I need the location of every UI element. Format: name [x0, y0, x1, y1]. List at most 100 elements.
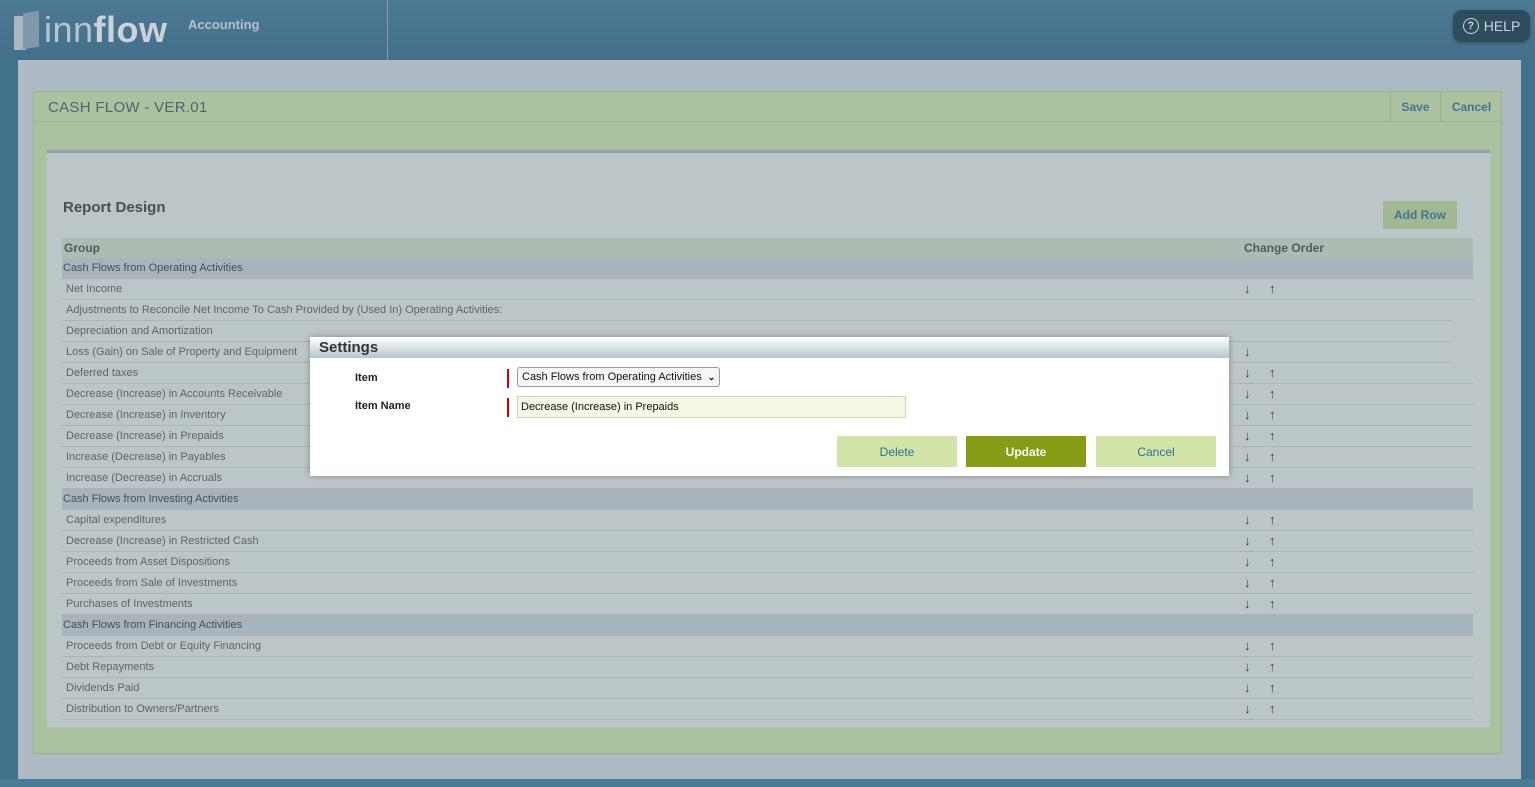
- logo-mark-icon: [14, 10, 39, 50]
- item-label: Item: [355, 372, 378, 384]
- item-select-value: Cash Flows from Operating Activities: [522, 371, 702, 383]
- move-down-icon[interactable]: ↓: [1244, 449, 1251, 464]
- required-marker: [507, 398, 509, 417]
- move-down-icon[interactable]: ↓: [1244, 575, 1251, 590]
- move-up-icon[interactable]: ↑: [1269, 533, 1276, 548]
- move-up-icon[interactable]: ↑: [1269, 596, 1276, 611]
- column-header-group: Group: [64, 241, 100, 255]
- move-up-icon[interactable]: ↑: [1269, 701, 1276, 716]
- innflow-logo[interactable]: innflow: [14, 8, 168, 52]
- move-down-icon[interactable]: ↓: [1244, 554, 1251, 569]
- move-up-icon[interactable]: ↑: [1269, 680, 1276, 695]
- move-down-icon[interactable]: ↓: [1244, 638, 1251, 653]
- help-button[interactable]: ? HELP: [1453, 10, 1530, 42]
- table-row[interactable]: Proceeds from Sale of Investments ↓ ↑: [62, 573, 1473, 594]
- move-down-icon[interactable]: ↓: [1244, 680, 1251, 695]
- table-header: Group Change Order: [62, 238, 1473, 258]
- item-select[interactable]: Cash Flows from Operating Activities ⌄: [517, 367, 721, 387]
- move-down-icon[interactable]: ↓: [1244, 701, 1251, 716]
- panel-header: CASH FLOW - VER.01 Save Cancel: [34, 92, 1501, 122]
- row-label: Proceeds from Asset Dispositions: [66, 556, 230, 568]
- top-divider: [387, 0, 388, 60]
- chevron-down-icon: ⌄: [707, 371, 716, 382]
- group-row[interactable]: Cash Flows from Operating Activities: [62, 258, 1473, 279]
- table-row[interactable]: Net Income ↓ ↑: [62, 279, 1473, 300]
- move-down-icon[interactable]: ↓: [1244, 512, 1251, 527]
- add-row-button[interactable]: Add Row: [1383, 201, 1457, 229]
- item-name-label: Item Name: [355, 400, 411, 412]
- move-up-icon[interactable]: ↑: [1269, 407, 1276, 422]
- move-up-icon[interactable]: ↑: [1269, 512, 1276, 527]
- move-down-icon[interactable]: ↓: [1244, 407, 1251, 422]
- table-row[interactable]: Decrease (Increase) in Restricted Cash ↓ ↑: [62, 531, 1473, 552]
- delete-button[interactable]: Delete: [837, 436, 957, 467]
- move-up-icon[interactable]: ↑: [1269, 638, 1276, 653]
- top-bar: innflow Accounting ? HELP: [0, 0, 1535, 60]
- move-up-icon[interactable]: ↑: [1269, 386, 1276, 401]
- table-row[interactable]: Proceeds from Asset Dispositions ↓ ↑: [62, 552, 1473, 573]
- update-button[interactable]: Update: [966, 436, 1086, 467]
- row-label: Capital expenditures: [66, 514, 167, 526]
- required-marker: [507, 369, 509, 388]
- row-label: Increase (Decrease) in Accruals: [66, 472, 222, 484]
- dialog-cancel-button[interactable]: Cancel: [1096, 436, 1216, 467]
- row-label: Proceeds from Debt or Equity Financing: [66, 640, 262, 652]
- group-label: Cash Flows from Operating Activities: [63, 262, 243, 274]
- move-down-icon[interactable]: ↓: [1244, 470, 1251, 485]
- row-label: Adjustments to Reconcile Net Income To C…: [66, 304, 503, 316]
- table-row[interactable]: Capital expenditures ↓ ↑: [62, 510, 1473, 531]
- row-label: Loss (Gain) on Sale of Property and Equi…: [66, 346, 298, 358]
- move-down-icon[interactable]: ↓: [1244, 344, 1251, 359]
- report-design-table: Group Change Order Cash Flows from Opera…: [62, 238, 1473, 720]
- group-row[interactable]: Cash Flows from Financing Activities: [62, 615, 1473, 636]
- row-label: Decrease (Increase) in Prepaids: [66, 430, 224, 442]
- move-down-icon[interactable]: ↓: [1244, 428, 1251, 443]
- move-down-icon[interactable]: ↓: [1244, 281, 1251, 296]
- table-row[interactable]: Adjustments to Reconcile Net Income To C…: [62, 300, 1453, 321]
- move-up-icon[interactable]: ↑: [1269, 575, 1276, 590]
- module-title[interactable]: Accounting: [188, 17, 260, 32]
- group-label: Cash Flows from Financing Activities: [63, 619, 243, 631]
- report-design-title: Report Design: [63, 199, 166, 216]
- move-up-icon[interactable]: ↑: [1269, 449, 1276, 464]
- move-up-icon[interactable]: ↑: [1269, 554, 1276, 569]
- move-down-icon[interactable]: ↓: [1244, 533, 1251, 548]
- row-label: Decrease (Increase) in Restricted Cash: [66, 535, 259, 547]
- table-row[interactable]: Dividends Paid ↓ ↑: [62, 678, 1473, 699]
- column-header-change-order: Change Order: [1244, 241, 1325, 255]
- table-body: Cash Flows from Operating Activities Net …: [62, 258, 1473, 720]
- move-down-icon[interactable]: ↓: [1244, 659, 1251, 674]
- group-row[interactable]: Cash Flows from Investing Activities: [62, 489, 1473, 510]
- row-label: Purchases of Investments: [66, 598, 193, 610]
- row-label: Decrease (Increase) in Inventory: [66, 409, 226, 421]
- table-row[interactable]: Proceeds from Debt or Equity Financing ↓ ↑: [62, 636, 1473, 657]
- table-row[interactable]: Purchases of Investments ↓ ↑: [62, 594, 1473, 615]
- logo-text: innflow: [44, 9, 168, 50]
- report-title: CASH FLOW - VER.01: [48, 99, 208, 116]
- dialog-title: Settings: [310, 337, 1229, 358]
- move-down-icon[interactable]: ↓: [1244, 386, 1251, 401]
- row-label: Proceeds from Sale of Investments: [66, 577, 238, 589]
- item-name-input[interactable]: [517, 396, 906, 418]
- move-up-icon[interactable]: ↑: [1269, 428, 1276, 443]
- table-row[interactable]: Debt Repayments ↓ ↑: [62, 657, 1473, 678]
- settings-dialog: Settings Item Cash Flows from Operating …: [310, 337, 1229, 476]
- move-up-icon[interactable]: ↑: [1269, 365, 1276, 380]
- group-label: Cash Flows from Investing Activities: [63, 493, 239, 505]
- move-up-icon[interactable]: ↑: [1269, 659, 1276, 674]
- save-button[interactable]: Save: [1390, 92, 1440, 122]
- row-label: Depreciation and Amortization: [66, 325, 213, 337]
- cancel-button[interactable]: Cancel: [1440, 92, 1502, 122]
- help-label: HELP: [1483, 18, 1521, 34]
- row-label: Increase (Decrease) in Payables: [66, 451, 226, 463]
- move-up-icon[interactable]: ↑: [1269, 470, 1276, 485]
- move-down-icon[interactable]: ↓: [1244, 365, 1251, 380]
- row-label: Debt Repayments: [66, 661, 155, 673]
- move-down-icon[interactable]: ↓: [1244, 596, 1251, 611]
- row-label: Decrease (Increase) in Accounts Receivab…: [66, 388, 283, 400]
- move-up-icon[interactable]: ↑: [1269, 281, 1276, 296]
- table-row[interactable]: Distribution to Owners/Partners ↓ ↑: [62, 699, 1473, 720]
- row-label: Distribution to Owners/Partners: [66, 703, 219, 715]
- row-label: Dividends Paid: [66, 682, 140, 694]
- bottom-strip: [0, 779, 1535, 787]
